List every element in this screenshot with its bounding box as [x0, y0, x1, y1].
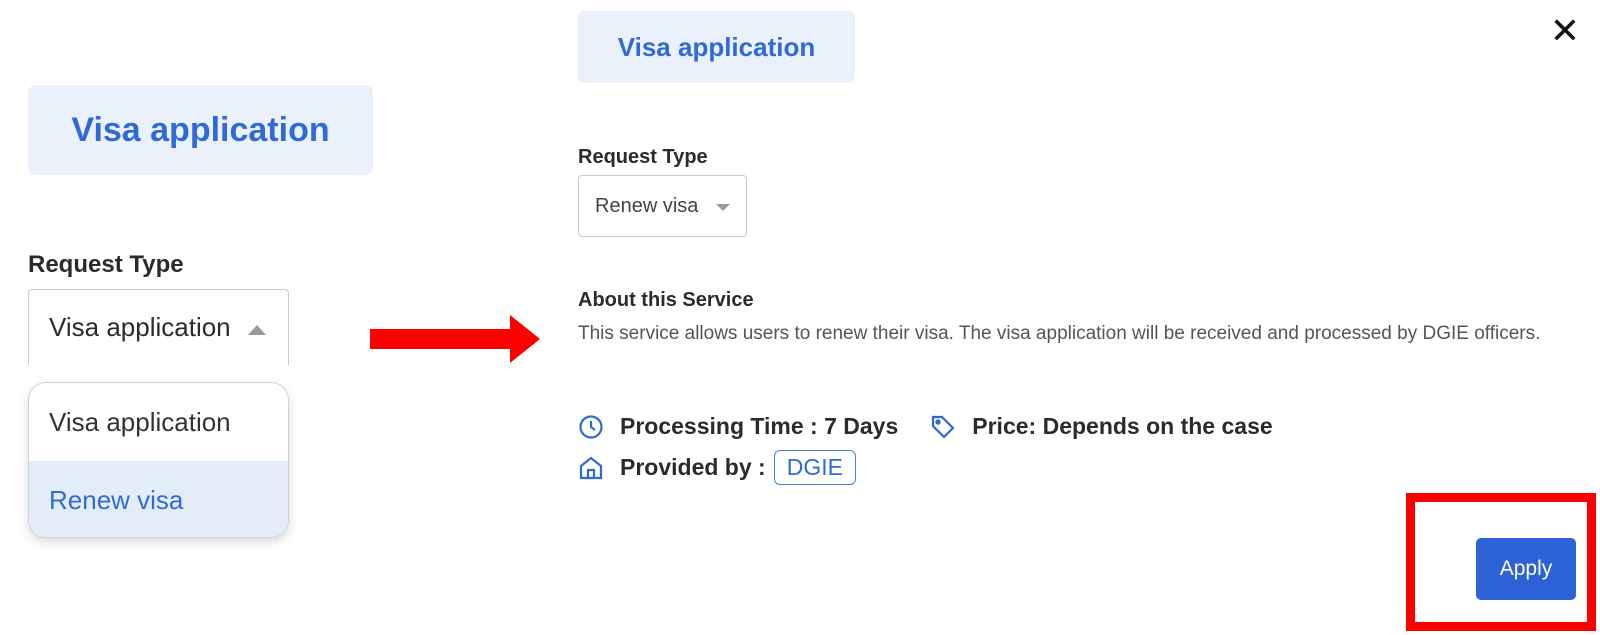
provided-by-label: Provided by :	[620, 454, 766, 480]
provider-row: Provided by : DGIE	[578, 450, 856, 485]
clock-icon	[578, 414, 604, 440]
dropdown-option-visa-application[interactable]: Visa application	[29, 383, 288, 461]
left-service-title: Visa application	[28, 85, 373, 175]
provider-badge[interactable]: DGIE	[773, 450, 856, 485]
home-icon	[578, 455, 604, 481]
dropdown-option-renew-visa[interactable]: Renew visa	[29, 461, 288, 537]
right-request-type-select[interactable]: Renew visa	[578, 175, 747, 237]
processing-time: Processing Time : 7 Days	[620, 413, 899, 439]
about-service-description: This service allows users to renew their…	[578, 323, 1541, 344]
chevron-down-icon	[716, 204, 730, 211]
service-meta-row: Processing Time : 7 Days Price: Depends …	[578, 413, 1273, 440]
red-arrow	[370, 315, 540, 363]
chevron-up-icon	[248, 325, 266, 335]
price: Price: Depends on the case	[972, 413, 1273, 439]
right-select-value: Renew visa	[595, 194, 699, 217]
right-service-title: Visa application	[578, 11, 855, 83]
tag-icon	[930, 414, 956, 440]
request-type-dropdown: Visa application Renew visa	[28, 382, 289, 538]
close-icon[interactable]: ✕	[1548, 10, 1582, 51]
left-request-type-label: Request Type	[28, 251, 184, 278]
left-select-value: Visa application	[49, 312, 231, 342]
apply-button[interactable]: Apply	[1476, 538, 1576, 600]
left-request-type-select[interactable]: Visa application	[28, 289, 289, 365]
right-request-type-label: Request Type	[578, 146, 708, 168]
about-service-heading: About this Service	[578, 289, 754, 311]
